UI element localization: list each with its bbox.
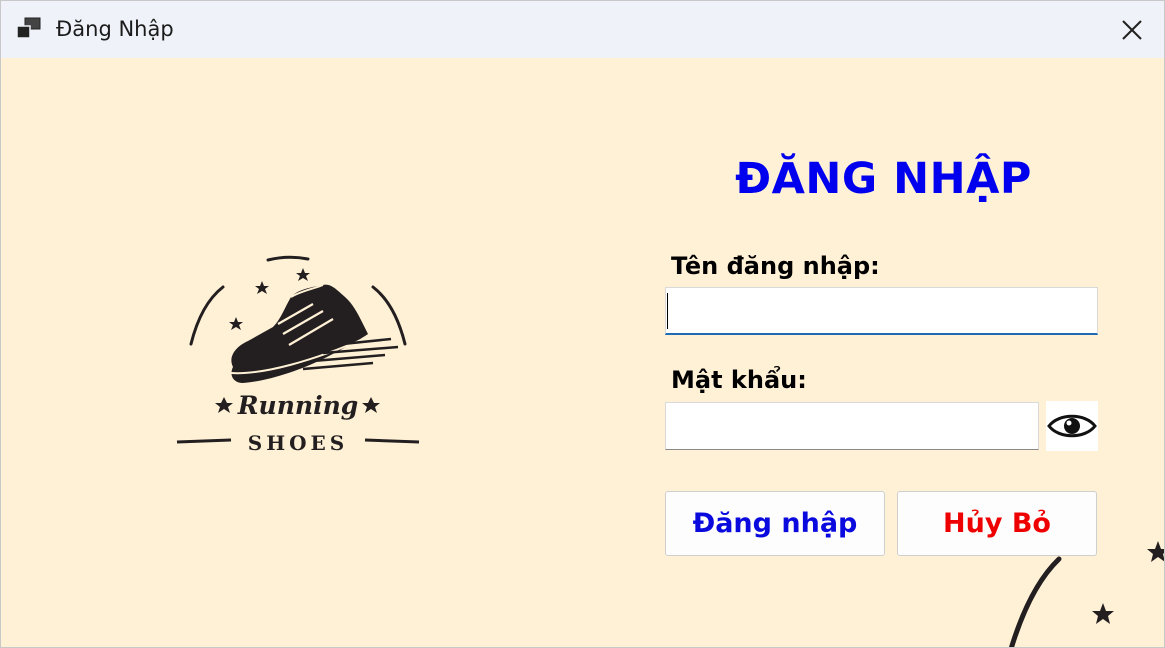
star-icon xyxy=(362,397,380,413)
eye-icon xyxy=(1047,414,1097,438)
window-title: Đăng Nhập xyxy=(56,17,174,41)
running-shoe-logo: Running SHOES xyxy=(176,255,420,455)
star-icon xyxy=(229,317,243,330)
star-icon xyxy=(1147,541,1164,562)
brand-line1: Running xyxy=(237,391,358,420)
star-icon xyxy=(215,397,233,413)
text-caret xyxy=(667,293,668,329)
show-password-button[interactable] xyxy=(1046,401,1098,451)
app-window-icon xyxy=(16,17,41,39)
username-input[interactable] xyxy=(665,287,1098,335)
password-input[interactable] xyxy=(665,402,1039,450)
decorative-corner xyxy=(1009,541,1164,647)
star-icon xyxy=(296,268,310,281)
username-label: Tên đăng nhập: xyxy=(671,252,880,280)
login-button[interactable]: Đăng nhập xyxy=(665,491,885,556)
title-bar[interactable]: Đăng Nhập xyxy=(1,1,1164,58)
login-window: Đăng Nhập Running SHOES ĐĂNG NHẬP Tên đă… xyxy=(0,0,1165,648)
brand-line2: SHOES xyxy=(248,431,348,455)
page-title: ĐĂNG NHẬP xyxy=(735,154,1032,204)
star-icon xyxy=(1092,603,1114,624)
close-icon xyxy=(1122,19,1142,40)
close-button[interactable] xyxy=(1100,1,1164,58)
star-icon xyxy=(255,281,269,294)
password-label: Mật khẩu: xyxy=(671,366,807,394)
